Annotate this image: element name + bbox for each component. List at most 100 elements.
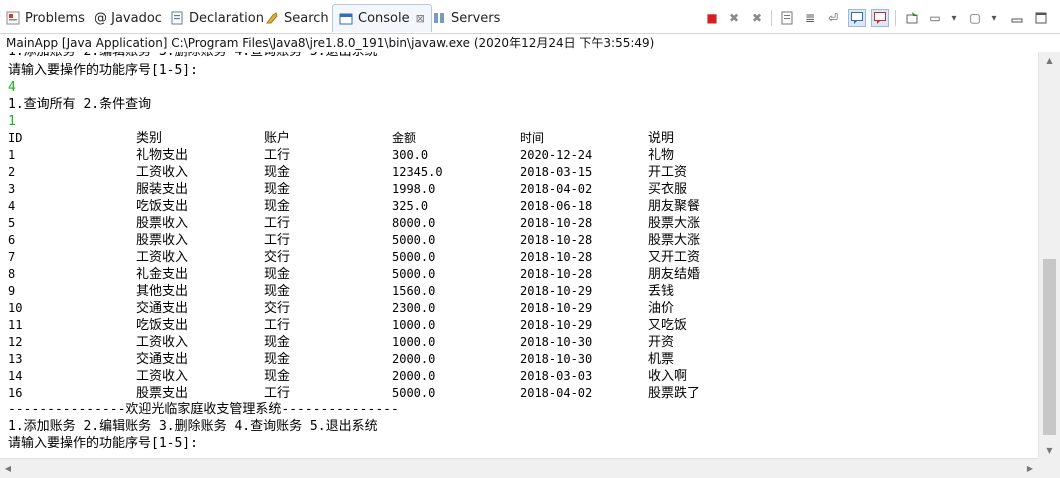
column-header-note: 说明 [648,131,675,146]
terminate-button[interactable]: ■ [703,9,721,27]
cell-id: 7 [8,250,16,264]
open-console-menu[interactable]: ▾ [985,9,1003,27]
cell-date: 2018-10-28 [520,250,593,264]
cell-note: 收入啊 [648,369,688,384]
pin-console-button[interactable] [903,9,921,27]
open-console-button[interactable]: ▢ [966,9,984,27]
word-wrap-button[interactable]: ⏎ [824,9,842,27]
cell-note: 朋友聚餐 [648,199,701,214]
tab-javadoc[interactable]: @ Javadoc [94,6,162,30]
scroll-lock-button[interactable]: ≣ [801,9,819,27]
scroll-up-arrow-icon[interactable]: ▲ [1039,52,1060,68]
toolbar-separator [771,10,772,26]
cell-id: 3 [8,182,16,196]
user-input-line: 1 [8,114,16,129]
cell-category: 交通支出 [136,352,189,367]
prompt-line: 请输入要操作的功能序号[1-5]: [8,63,198,78]
cell-date: 2020-12-24 [520,148,593,162]
remove-all-button[interactable]: ✖ [748,9,766,27]
vertical-scrollbar[interactable]: ▲ ▼ [1038,52,1060,458]
cell-note: 开工资 [648,165,688,180]
cell-category: 工资收入 [136,165,189,180]
cell-amount: 8000.0 [392,216,436,230]
query-menu-line: 1.查询所有 2.条件查询 [8,97,152,112]
scrollbar-thumb[interactable] [1043,259,1056,435]
column-header-category: 类别 [136,131,163,146]
scroll-left-arrow-icon[interactable]: ◀ [0,459,16,478]
cell-account: 工行 [264,233,291,248]
column-header-account: 账户 [264,131,291,146]
cell-id: 4 [8,199,16,213]
cell-note: 朋友结婚 [648,267,701,282]
tab-label: Console [358,11,410,26]
cell-note: 机票 [648,352,675,367]
column-header-amount: 金额 [392,131,417,145]
cell-note: 股票大涨 [648,233,701,248]
cell-category: 股票支出 [136,386,189,401]
console-output[interactable]: 1.添加账务 2.编辑账务 3.删除账务 4.查询账务 5.退出系统 请输入要操… [0,52,1038,458]
cell-account: 交行 [264,301,291,316]
cell-account: 现金 [264,267,291,282]
minimize-icon[interactable] [1008,9,1026,27]
cell-account: 现金 [264,165,291,180]
tab-declaration[interactable]: Declaration [170,6,264,30]
cell-note: 丢钱 [648,284,675,299]
cell-amount: 5000.0 [392,233,436,247]
cell-note: 油价 [648,301,675,316]
cell-account: 交行 [264,250,291,265]
tab-problems[interactable]: Problems [6,6,85,30]
tab-console[interactable]: Console ⊠ [332,4,432,32]
column-header-id: ID [8,131,23,145]
cell-category: 工资收入 [136,335,189,350]
show-on-stdout-button[interactable] [848,9,866,27]
cell-note: 开资 [648,335,675,350]
cell-amount: 2000.0 [392,369,436,383]
cell-date: 2018-03-03 [520,369,593,383]
user-input-line: 4 [8,80,16,95]
remove-launch-button[interactable]: ✖ [725,9,743,27]
clear-console-button[interactable] [778,9,796,27]
scrollbar-corner [1038,458,1060,478]
cell-date: 2018-10-28 [520,233,593,247]
cell-note: 买衣服 [648,182,688,197]
stderr-icon [874,12,886,24]
horizontal-scrollbar[interactable]: ◀ ▶ [0,458,1038,478]
cell-amount: 1998.0 [392,182,436,196]
cell-amount: 5000.0 [392,250,436,264]
show-on-stderr-button[interactable] [871,9,889,27]
cell-account: 现金 [264,352,291,367]
cell-date: 2018-06-18 [520,199,593,213]
scroll-right-arrow-icon[interactable]: ▶ [1022,459,1038,478]
cell-account: 现金 [264,199,291,214]
cell-id: 10 [8,301,23,315]
close-icon[interactable]: ⊠ [416,12,425,25]
display-console-menu[interactable]: ▾ [945,9,963,27]
tab-search[interactable]: Search [265,6,329,30]
cell-date: 2018-10-28 [520,267,593,281]
cell-date: 2018-10-29 [520,301,593,315]
cell-amount: 5000.0 [392,267,436,281]
cell-category: 工资收入 [136,250,189,265]
cell-account: 工行 [264,148,291,163]
maximize-icon[interactable] [1032,9,1050,27]
prompt-line: 请输入要操作的功能序号[1-5]: [8,436,198,451]
servers-icon [432,11,446,25]
cell-id: 1 [8,148,16,162]
cell-amount: 325.0 [392,199,429,213]
cell-date: 2018-10-30 [520,335,593,349]
welcome-line: ---------------欢迎光临家庭收支管理系统-------------… [8,402,399,417]
tab-label: Problems [25,10,85,26]
tab-label: Search [284,10,329,26]
cell-id: 11 [8,318,23,332]
console-icon [339,12,353,26]
cell-date: 2018-10-29 [520,318,593,332]
tab-servers[interactable]: Servers [432,6,500,30]
cell-id: 6 [8,233,16,247]
cell-date: 2018-03-15 [520,165,593,179]
display-console-button[interactable]: ▭ [926,9,944,27]
cell-category: 股票收入 [136,216,189,231]
column-header-date: 时间 [520,131,545,145]
view-tab-bar: Problems @ Javadoc Declaration Search Co… [0,0,1060,34]
cell-date: 2018-04-02 [520,386,593,400]
scroll-down-arrow-icon[interactable]: ▼ [1039,442,1060,458]
